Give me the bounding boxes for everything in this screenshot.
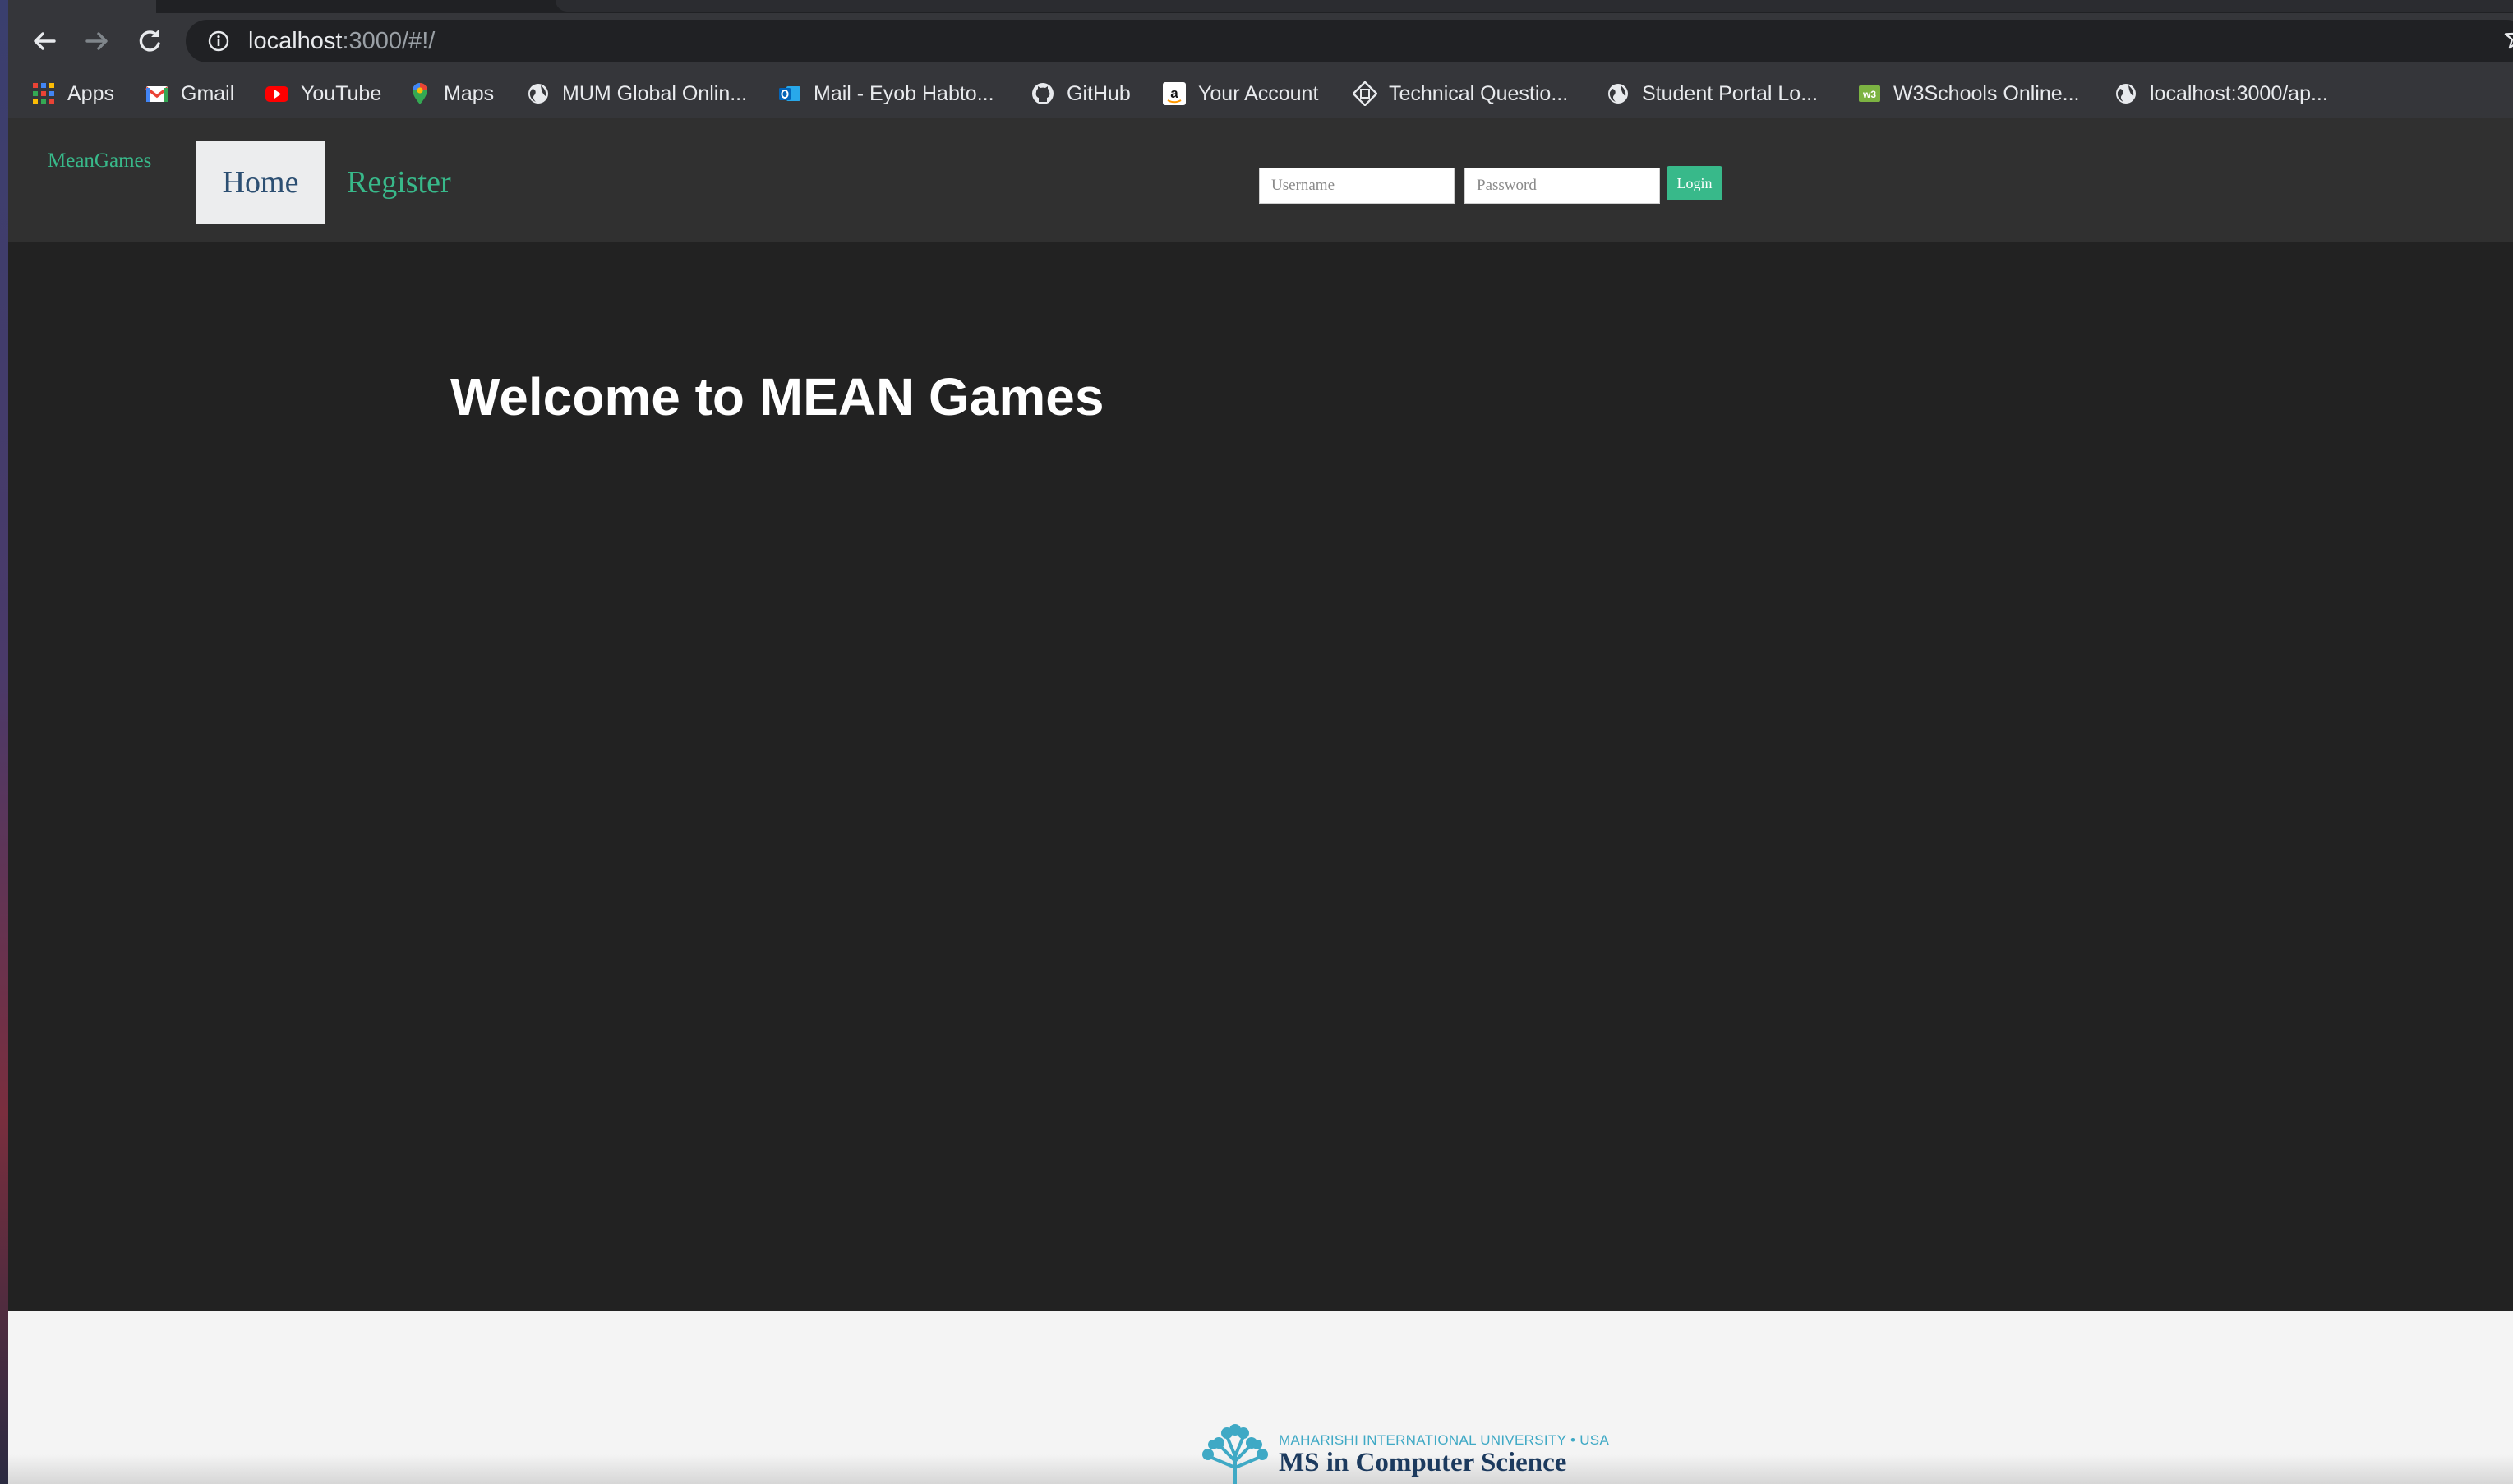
- bookmark-label: GitHub: [1067, 81, 1131, 105]
- bookmark-label: Maps: [444, 81, 495, 105]
- bookmark-gmail[interactable]: Gmail: [145, 77, 234, 110]
- bookmark-youtube[interactable]: YouTube: [265, 77, 381, 110]
- info-icon[interactable]: [207, 30, 230, 53]
- gmail-icon: [145, 81, 169, 106]
- site-icon: [1353, 81, 1377, 106]
- svg-text:w3: w3: [1862, 89, 1876, 100]
- globe-icon: [526, 81, 551, 106]
- nav-home[interactable]: Home: [196, 141, 325, 224]
- globe-icon: [2114, 81, 2138, 106]
- brand-link[interactable]: MeanGames: [48, 150, 151, 173]
- university-program-title: MS in Computer Science: [1279, 1448, 1567, 1477]
- github-icon: [1031, 81, 1055, 106]
- bookmark-localhost-api[interactable]: localhost:3000/ap...: [2114, 77, 2328, 110]
- url-host: localhost: [248, 28, 343, 54]
- bookmark-student-portal[interactable]: Student Portal Lo...: [1606, 77, 1818, 110]
- browser-toolbar: localhost:3000/#!/: [8, 13, 2513, 69]
- url-text: localhost:3000/#!/: [248, 26, 435, 56]
- bookmark-github[interactable]: GitHub: [1031, 77, 1131, 110]
- arrow-right-icon: [85, 32, 108, 50]
- bookmark-label: localhost:3000/ap...: [2150, 81, 2328, 105]
- bookmarks-bar: Apps Gmail YouTube Maps MUM Global Onlin…: [8, 69, 2513, 118]
- bookmark-label: Gmail: [181, 81, 235, 105]
- globe-icon: [1606, 81, 1630, 106]
- bookmark-label: W3Schools Online...: [1893, 81, 2080, 105]
- back-button[interactable]: [26, 23, 62, 59]
- page-content: MeanGames Home Register Login Welcome to…: [8, 118, 2513, 1484]
- w3schools-icon: w3: [1857, 81, 1882, 106]
- amazon-icon: a: [1162, 81, 1187, 106]
- bookmark-label: Mail - Eyob Habto...: [814, 81, 994, 105]
- active-tab[interactable]: [8, 0, 156, 13]
- star-icon[interactable]: [2503, 23, 2513, 51]
- maps-pin-icon: [408, 81, 432, 106]
- svg-text:a: a: [1170, 85, 1178, 101]
- desktop-edge: [0, 0, 8, 1484]
- address-bar[interactable]: localhost:3000/#!/: [186, 20, 2513, 62]
- password-input[interactable]: [1464, 168, 1660, 204]
- bookmark-amazon-account[interactable]: a Your Account: [1162, 77, 1318, 110]
- bookmark-label: MUM Global Onlin...: [562, 81, 748, 105]
- youtube-icon: [265, 81, 289, 106]
- url-path: :3000/#!/: [342, 28, 436, 54]
- reload-button[interactable]: [131, 23, 168, 59]
- bookmark-label: Student Portal Lo...: [1642, 81, 1819, 105]
- bookmark-label: Your Account: [1198, 81, 1319, 105]
- university-tree-logo-icon: [1202, 1424, 1268, 1484]
- reload-icon: [139, 30, 160, 52]
- bookmark-w3schools[interactable]: w3 W3Schools Online...: [1857, 77, 2080, 110]
- login-button[interactable]: Login: [1667, 166, 1722, 200]
- bookmark-maps[interactable]: Maps: [408, 77, 494, 110]
- bookmark-label: YouTube: [301, 81, 382, 105]
- nav-register[interactable]: Register: [347, 141, 451, 224]
- bookmark-label: Apps: [67, 81, 114, 105]
- outlook-icon: [777, 81, 802, 106]
- arrow-left-icon: [34, 32, 56, 50]
- bookmark-label: Technical Questio...: [1389, 81, 1569, 105]
- bookmark-mum-global[interactable]: MUM Global Onlin...: [526, 77, 747, 110]
- apps-grid-icon: [31, 81, 56, 106]
- bookmark-outlook-mail[interactable]: Mail - Eyob Habto...: [777, 77, 994, 110]
- university-subtitle: MAHARISHI INTERNATIONAL UNIVERSITY • USA: [1279, 1432, 1610, 1448]
- app-navbar: MeanGames Home Register Login: [8, 118, 2513, 242]
- bookmark-apps[interactable]: Apps: [31, 77, 114, 110]
- bookmark-technical-questions[interactable]: Technical Questio...: [1353, 77, 1568, 110]
- welcome-heading: Welcome to MEAN Games: [450, 367, 1104, 426]
- forward-button[interactable]: [79, 23, 115, 59]
- inactive-tab[interactable]: [556, 0, 2513, 12]
- username-input[interactable]: [1259, 168, 1455, 204]
